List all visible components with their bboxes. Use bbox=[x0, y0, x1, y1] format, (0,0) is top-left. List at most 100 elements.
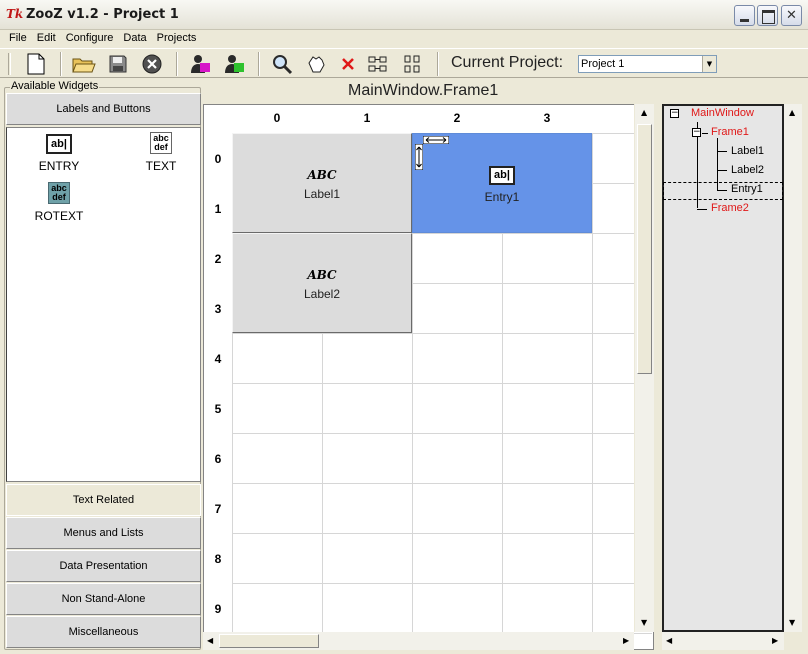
menu-data[interactable]: Data bbox=[118, 30, 151, 44]
open-button[interactable] bbox=[72, 52, 96, 76]
close-circle-icon bbox=[142, 54, 162, 74]
resize-horizontal-icon[interactable] bbox=[423, 136, 449, 144]
category-menus-and-lists[interactable]: Menus and Lists bbox=[6, 517, 201, 549]
canvas-vertical-scrollbar[interactable]: ▲ ▼ bbox=[634, 104, 654, 632]
row-header: 7 bbox=[214, 502, 222, 516]
entry-widget-icon: ab| bbox=[489, 166, 515, 185]
tree-line bbox=[717, 170, 727, 171]
collapse-toggle-icon[interactable]: − bbox=[670, 109, 679, 118]
toolbar-separator bbox=[176, 52, 178, 76]
grid-line bbox=[232, 533, 652, 534]
open-folder-icon bbox=[72, 58, 96, 73]
column-header: 3 bbox=[543, 111, 551, 125]
toolbar: Current Project: Project 1 ▼ bbox=[0, 48, 808, 78]
tree-vertical-scrollbar[interactable]: ▲ ▼ bbox=[784, 104, 802, 632]
menu-configure[interactable]: Configure bbox=[61, 30, 119, 44]
placed-widget-label1[interactable]: ABC Label1 bbox=[232, 133, 412, 233]
delete-button[interactable] bbox=[336, 52, 360, 76]
delete-x-icon bbox=[342, 58, 354, 70]
layout-grid-button[interactable] bbox=[400, 52, 424, 76]
hand-tool-button[interactable] bbox=[304, 52, 328, 76]
canvas-horizontal-scrollbar[interactable]: ◀ ▶ bbox=[203, 632, 634, 650]
close-button[interactable]: ✕ bbox=[781, 5, 802, 26]
save-floppy-icon bbox=[109, 55, 127, 73]
layout-horizontal-icon bbox=[368, 56, 387, 72]
scrollbar-thumb[interactable] bbox=[637, 124, 652, 374]
widget-text-label: TEXT bbox=[145, 159, 177, 173]
category-data-presentation[interactable]: Data Presentation bbox=[6, 550, 201, 582]
category-miscellaneous[interactable]: Miscellaneous bbox=[6, 616, 201, 648]
rotext-widget-icon: abc def bbox=[48, 182, 70, 204]
grid-line bbox=[232, 583, 652, 584]
scroll-up-icon[interactable]: ▲ bbox=[641, 108, 647, 117]
current-project-label: Current Project: bbox=[451, 54, 564, 71]
widget-list: ab| ENTRY abc def TEXT abc def ROTEXT bbox=[6, 127, 201, 482]
scroll-left-icon[interactable]: ◀ bbox=[666, 636, 672, 645]
tree-node-frame2[interactable]: Frame2 bbox=[711, 202, 749, 214]
current-project-select[interactable]: Project 1 ▼ bbox=[578, 55, 717, 73]
menu-edit[interactable]: Edit bbox=[32, 30, 61, 44]
scroll-right-icon[interactable]: ▶ bbox=[623, 636, 629, 645]
tree-selection-highlight bbox=[663, 182, 783, 200]
toolbar-separator bbox=[258, 52, 260, 76]
widget-entry[interactable]: ab| ENTRY bbox=[27, 134, 91, 173]
row-header: 1 bbox=[214, 202, 222, 216]
toolbar-separator bbox=[437, 52, 439, 76]
widgets-palette: Available Widgets Labels and Buttons ab|… bbox=[4, 80, 201, 650]
row-header: 6 bbox=[214, 452, 222, 466]
category-text-related[interactable]: Text Related bbox=[6, 484, 201, 516]
placed-widget-name: Entry1 bbox=[484, 190, 520, 204]
resize-vertical-icon[interactable] bbox=[415, 144, 423, 170]
entry-widget-icon: ab| bbox=[46, 134, 72, 154]
grid-line bbox=[232, 483, 652, 484]
maximize-button[interactable] bbox=[757, 5, 778, 26]
column-header: 1 bbox=[363, 111, 371, 125]
placed-widget-entry1[interactable]: ab| Entry1 bbox=[412, 133, 592, 233]
widget-text[interactable]: abc def TEXT bbox=[133, 132, 189, 173]
chevron-down-icon[interactable]: ▼ bbox=[702, 56, 716, 72]
search-icon bbox=[273, 55, 293, 75]
new-file-button[interactable] bbox=[24, 52, 48, 76]
tree-node-label1[interactable]: Label1 bbox=[731, 145, 764, 157]
scroll-down-icon[interactable]: ▼ bbox=[789, 618, 795, 627]
toolbar-grip[interactable] bbox=[8, 53, 11, 75]
tree-horizontal-scrollbar[interactable]: ◀ ▶ bbox=[662, 632, 784, 650]
scroll-left-icon[interactable]: ◀ bbox=[207, 636, 213, 645]
scrollbar-thumb[interactable] bbox=[219, 634, 319, 648]
menu-file[interactable]: File bbox=[0, 30, 32, 44]
placed-widget-name: Label2 bbox=[303, 287, 341, 301]
menu-projects[interactable]: Projects bbox=[152, 30, 202, 44]
column-header: 0 bbox=[273, 111, 281, 125]
placed-widget-label2[interactable]: ABC Label2 bbox=[232, 233, 412, 333]
tree-node-mainwindow[interactable]: MainWindow bbox=[691, 107, 754, 119]
run-button-2[interactable] bbox=[222, 52, 246, 76]
tree-node-label2[interactable]: Label2 bbox=[731, 164, 764, 176]
menu-bar: File Edit Configure Data Projects bbox=[0, 30, 808, 48]
collapse-toggle-icon[interactable]: − bbox=[692, 128, 701, 137]
category-non-stand-alone[interactable]: Non Stand-Alone bbox=[6, 583, 201, 615]
layout-horizontal-button[interactable] bbox=[366, 52, 390, 76]
tree-node-entry1[interactable]: Entry1 bbox=[731, 183, 763, 195]
scroll-up-icon[interactable]: ▲ bbox=[789, 108, 795, 117]
grid-line bbox=[232, 333, 652, 334]
widget-rotext[interactable]: abc def ROTEXT bbox=[27, 182, 91, 223]
save-button[interactable] bbox=[106, 52, 130, 76]
widget-entry-label: ENTRY bbox=[38, 159, 80, 173]
search-button[interactable] bbox=[270, 52, 294, 76]
widget-rotext-label: ROTEXT bbox=[34, 209, 84, 223]
scroll-right-icon[interactable]: ▶ bbox=[772, 636, 778, 645]
new-file-icon bbox=[27, 53, 45, 75]
row-header: 5 bbox=[214, 402, 222, 416]
row-header: 4 bbox=[214, 352, 222, 366]
toolbar-separator bbox=[60, 52, 62, 76]
close-project-button[interactable] bbox=[140, 52, 164, 76]
run-button-1[interactable] bbox=[188, 52, 212, 76]
design-canvas[interactable]: 0 1 2 3 0 1 2 3 4 5 6 7 8 9 ABC Label1 a… bbox=[203, 104, 654, 650]
category-labels-and-buttons[interactable]: Labels and Buttons bbox=[6, 93, 201, 125]
scroll-down-icon[interactable]: ▼ bbox=[641, 618, 647, 627]
minimize-button[interactable] bbox=[734, 5, 755, 26]
canvas-title: MainWindow.Frame1 bbox=[348, 82, 499, 99]
title-bar: Tk ZooZ v1.2 - Project 1 ✕ bbox=[0, 0, 808, 30]
layout-grid-icon bbox=[404, 55, 420, 73]
tree-node-frame1[interactable]: Frame1 bbox=[711, 126, 749, 138]
